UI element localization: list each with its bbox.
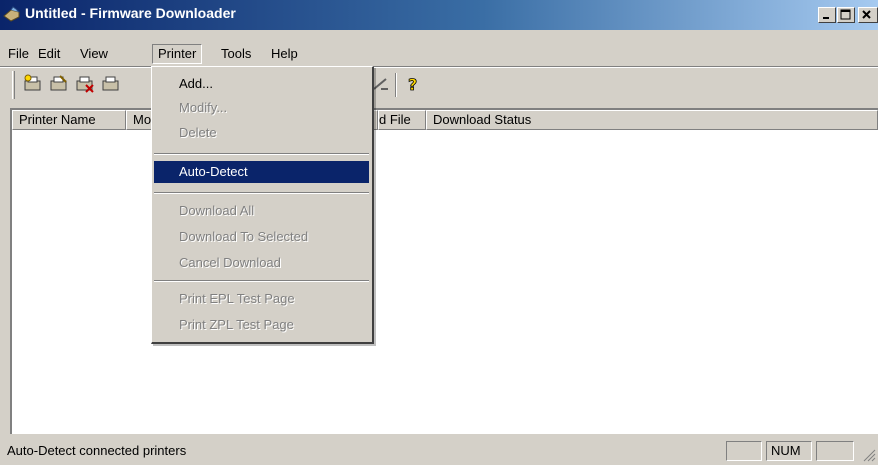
column-header-download-file[interactable]: d File: [378, 110, 426, 130]
menu-item-modify[interactable]: Modify...: [154, 97, 369, 119]
menu-edit[interactable]: Edit: [33, 44, 65, 64]
column-header-printer-name[interactable]: Printer Name: [12, 110, 126, 130]
auto-detect-icon[interactable]: [100, 73, 122, 95]
status-pane-num: NUM: [766, 441, 812, 461]
status-message: Auto-Detect connected printers: [7, 443, 187, 458]
menu-item-download-all[interactable]: Download All: [154, 200, 369, 222]
help-icon[interactable]: ?: [402, 73, 424, 95]
title-bar[interactable]: Untitled - Firmware Downloader: [0, 0, 878, 30]
menu-item-print-zpl-test-page[interactable]: Print ZPL Test Page: [154, 314, 369, 336]
printer-menu: Add... Modify... Delete Auto-Detect Down…: [151, 66, 374, 344]
menu-file[interactable]: File: [3, 44, 34, 64]
menu-separator: [154, 192, 369, 194]
close-button[interactable]: [858, 7, 878, 23]
printer-list[interactable]: Printer Name Mo d File Download Status: [10, 108, 878, 434]
resize-grip-icon[interactable]: [862, 448, 876, 462]
menu-separator: [154, 153, 369, 155]
menu-help[interactable]: Help: [266, 44, 303, 64]
toolbar-grip[interactable]: [12, 71, 15, 99]
menu-bar: File Edit View Printer Tools Help: [0, 41, 878, 65]
menu-separator: [154, 280, 369, 282]
status-pane-caps: [726, 441, 762, 461]
minimize-button[interactable]: [818, 7, 836, 23]
add-printer-icon[interactable]: [22, 73, 44, 95]
menu-item-add[interactable]: Add...: [154, 73, 369, 95]
menu-view[interactable]: View: [75, 44, 113, 64]
status-bar: Auto-Detect connected printers NUM: [0, 438, 878, 464]
window-title: Untitled - Firmware Downloader: [25, 5, 236, 21]
menu-tools[interactable]: Tools: [216, 44, 256, 64]
menu-item-delete[interactable]: Delete: [154, 122, 369, 144]
app-icon[interactable]: [3, 6, 21, 23]
toolbar: ?: [0, 68, 878, 106]
delete-printer-icon[interactable]: [74, 73, 96, 95]
column-header-download-status[interactable]: Download Status: [426, 110, 878, 130]
toolbar-divider: [395, 73, 397, 97]
menu-printer[interactable]: Printer: [152, 44, 203, 64]
svg-text:?: ?: [408, 75, 417, 94]
modify-printer-icon[interactable]: [48, 73, 70, 95]
menu-item-auto-detect[interactable]: Auto-Detect: [154, 161, 369, 183]
maximize-button[interactable]: [837, 7, 855, 23]
menu-item-cancel-download[interactable]: Cancel Download: [154, 252, 369, 274]
status-pane-scroll: [816, 441, 854, 461]
menu-item-download-to-selected[interactable]: Download To Selected: [154, 226, 369, 248]
menu-item-print-epl-test-page[interactable]: Print EPL Test Page: [154, 288, 369, 310]
